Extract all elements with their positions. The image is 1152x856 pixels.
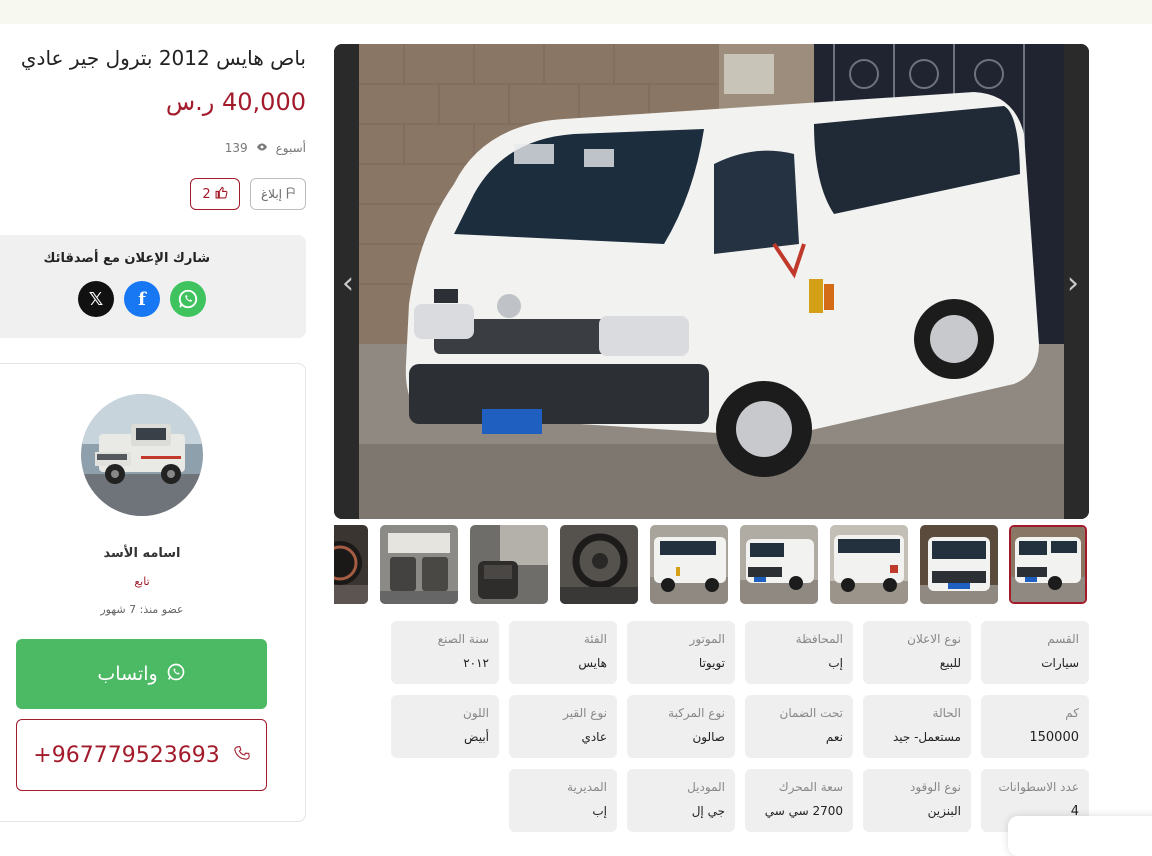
posted-time: أسبوع [275,141,306,155]
spec-label: الموتور [689,632,725,646]
spec-item: نوع الوقود البنزين [863,769,971,832]
thumbnail-main[interactable] [1009,525,1087,604]
spec-label: نوع الوقود [910,780,961,794]
like-count: 2 [202,186,211,202]
eye-icon [256,142,268,155]
like-button[interactable]: 2 [190,178,240,210]
spec-label: المحافظة [795,632,843,646]
whatsapp-label: واتساب [97,663,158,685]
spec-item: اللون أبيض [391,695,499,758]
view-count: 139 [224,141,248,155]
spec-item: الفئة هايس [509,621,617,684]
thumbnail-rear-seats[interactable] [380,525,458,604]
spec-value: البنزين [927,804,961,818]
spec-value: 150000 [1029,730,1079,745]
flag-icon [286,186,295,202]
spec-value: عادي [581,730,607,744]
spec-value: تويوتا [698,656,725,670]
phone-number: +967779523693 [33,742,220,768]
spec-label: سعة المحرك [778,780,843,794]
spec-value: أبيض [464,730,489,744]
spec-value: جي إل [691,804,725,818]
spec-item: الموديل جي إل [627,769,735,832]
seller-name: اسامه الأسد [103,546,181,561]
seller-avatar[interactable] [81,394,203,516]
spec-item: سنة الصنع ٢٠١٢ [391,621,499,684]
facebook-share-icon[interactable]: f [124,281,160,317]
spec-item: الموتور تويوتا [627,621,735,684]
spec-item: نوع الاعلان للبيع [863,621,971,684]
thumbnail-steering-wheel[interactable] [560,525,638,604]
spec-item: تحت الضمان نعم [745,695,853,758]
spec-item: كم 150000 [981,695,1089,758]
spec-label: سنة الصنع [437,632,489,646]
spec-item: الحالة مستعمل- جيد [863,695,971,758]
spec-value: مستعمل- جيد [892,730,961,744]
spec-label: الحالة [932,706,961,720]
thumbnail-front-seat[interactable] [470,525,548,604]
report-button[interactable]: إبلاغ [250,178,306,210]
phone-icon [234,743,250,768]
follow-link[interactable]: تابع [0,575,284,588]
spec-value: صالون [692,730,725,744]
spec-label: كم [1065,706,1079,720]
listing-sidebar: باص هايس 2012 بترول جير عادي 40,000 ر.س … [0,24,318,841]
spec-label: نوع الاعلان [907,632,961,646]
spec-value: سيارات [1041,656,1079,670]
spec-value: هايس [578,656,607,670]
spec-label: القسم [1047,632,1079,646]
thumbnail-rear-angle[interactable] [830,525,908,604]
listing-price: 40,000 ر.س [165,88,306,116]
spec-item: نوع القير عادي [509,695,617,758]
thumbnail-dashboard[interactable] [334,525,368,604]
top-bar [0,0,1152,24]
spec-label: نوع المركبة [668,706,725,720]
spec-value: للبيع [939,656,961,670]
thumbs-up-icon [215,186,228,203]
spec-label: عدد الاسطوانات [998,780,1079,794]
report-label: إبلاغ [261,187,282,201]
thumbnail-side-view[interactable] [650,525,728,604]
seller-card: اسامه الأسد تابع عضو منذ: 7 شهور واتساب … [0,363,306,822]
x-share-icon[interactable]: 𝕏 [78,281,114,317]
whatsapp-share-icon[interactable] [170,281,206,317]
spec-item: سعة المحرك 2700 سي سي [745,769,853,832]
listing-title: باص هايس 2012 بترول جير عادي [20,46,306,70]
thumbnail-front-angle[interactable] [740,525,818,604]
thumbnail-front-view[interactable] [920,525,998,604]
spec-value: إب [592,804,607,818]
spec-value: نعم [825,730,843,744]
spec-value: 2700 سي سي [764,804,843,818]
spec-label: نوع القير [563,706,607,720]
spec-item: المديرية إب [509,769,617,832]
whatsapp-icon [166,662,186,687]
spec-value: ٢٠١٢ [463,656,489,670]
spec-label: الموديل [687,780,725,794]
spec-label: اللون [463,706,489,720]
call-button[interactable]: +967779523693 [16,719,267,791]
chevron-right-icon[interactable]: › [1067,266,1079,301]
spec-label: المديرية [567,780,607,794]
spec-value: إب [828,656,843,670]
spec-item: المحافظة إب [745,621,853,684]
spec-label: الفئة [583,632,607,646]
chevron-left-icon[interactable]: ‹ [342,266,354,301]
share-panel: شارك الإعلان مع أصدقائك 𝕏 f [0,235,306,338]
spec-item: القسم سيارات [981,621,1089,684]
main-photo[interactable]: ‹ › [334,44,1089,519]
member-since: عضو منذ: 7 شهور [100,603,184,616]
thumbnail-strip [334,525,1089,604]
listing-meta: أسبوع 139 [225,141,306,155]
spec-item: نوع المركبة صالون [627,695,735,758]
listing-actions: إبلاغ 2 [190,178,306,210]
floating-widget[interactable] [1008,816,1152,856]
spec-label: تحت الضمان [779,706,844,720]
share-title: شارك الإعلان مع أصدقائك [43,251,210,266]
whatsapp-button[interactable]: واتساب [16,639,267,709]
